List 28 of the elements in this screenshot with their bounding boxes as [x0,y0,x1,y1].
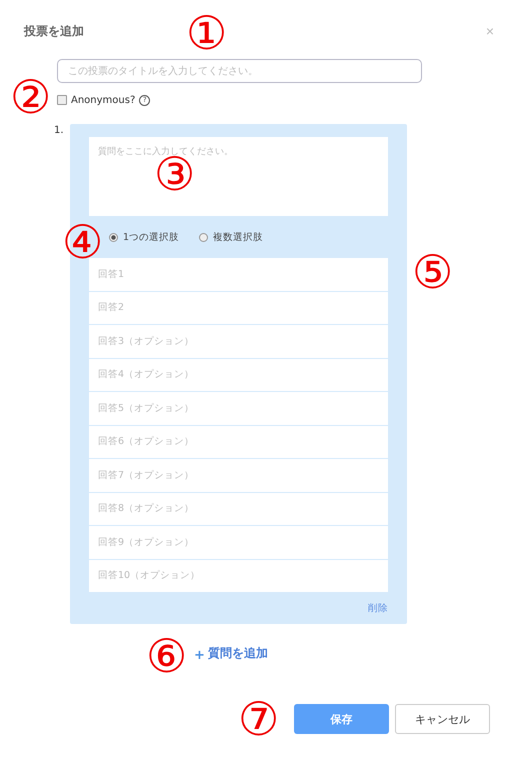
save-button[interactable]: 保存 [294,704,389,734]
add-question-link[interactable]: + 質問を追加 [194,644,268,663]
annotation-number: ② [10,75,51,121]
answer-field[interactable]: 回答3（オプション） [89,325,388,358]
answer-field[interactable]: 回答6（オプション） [89,426,388,458]
radio-label: 複数選択肢 [213,230,264,244]
checkbox-label: Anonymous? [71,94,136,106]
answer-field[interactable]: 回答4（オプション） [89,358,388,391]
radio-button[interactable] [199,232,208,242]
title-input-field[interactable]: この投票のタイトルを入力してください。 [57,59,422,83]
answer-field[interactable]: 回答2 [89,292,388,324]
annotation-number: ⑦ [238,697,279,743]
answer-field[interactable]: 回答10（オプション） [89,560,388,592]
cancel-button[interactable]: キャンセル [395,704,490,734]
question-number: 1. [54,124,65,138]
delete-link[interactable]: 削除 [368,602,388,616]
answer-field[interactable]: 回答7（オプション） [89,459,388,492]
answer-field[interactable]: 回答1 [89,258,388,290]
answer-field[interactable]: 回答9（オプション） [89,526,388,558]
checkbox[interactable] [57,95,67,105]
answer-field[interactable]: 回答8（オプション） [89,492,388,525]
annotation-number: ⑤ [412,250,453,296]
radio-button[interactable] [109,232,118,242]
radio-label: 1つの選択肢 [123,230,180,244]
answer-field[interactable]: 回答5（オプション） [89,392,388,424]
annotation-number: ⑥ [146,634,187,680]
annotation-number: ① [186,11,227,57]
dialog-title: 投票を追加 [24,22,84,40]
